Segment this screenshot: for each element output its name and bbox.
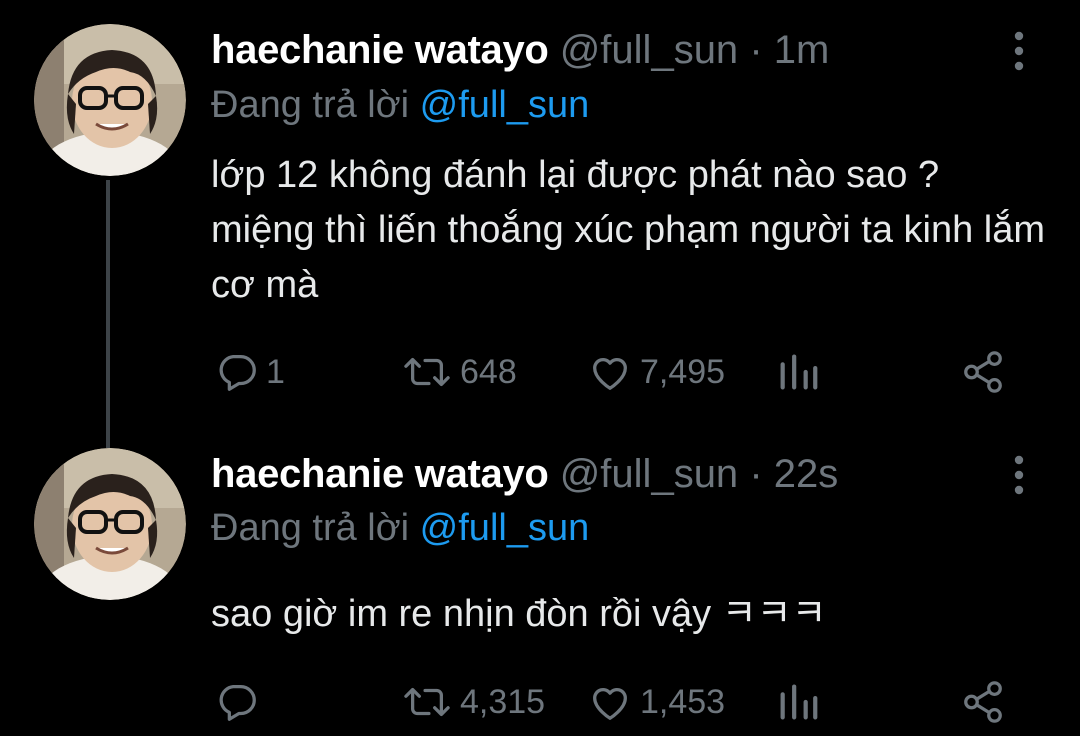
reply-icon <box>219 355 256 391</box>
tweet-header: haechanie watayo @full_sun · 1m <box>211 26 829 74</box>
more-icon <box>1014 455 1024 495</box>
analytics-button[interactable] <box>776 342 820 402</box>
retweet-icon <box>404 687 450 717</box>
avatar-image <box>34 24 186 176</box>
tweet-header: haechanie watayo @full_sun · 22s <box>211 450 838 498</box>
tweet[interactable]: haechanie watayo @full_sun · 22s Đang tr… <box>0 440 1080 736</box>
display-name[interactable]: haechanie watayo <box>211 28 549 72</box>
views-icon <box>780 354 818 390</box>
display-name[interactable]: haechanie watayo <box>211 452 549 496</box>
thread-line <box>106 180 110 448</box>
replying-to: Đang trả lời @full_sun <box>211 505 589 551</box>
avatar-image <box>34 448 186 600</box>
views-icon <box>780 684 818 720</box>
replying-to-label: Đang trả lời <box>211 507 410 549</box>
timestamp[interactable]: 22s <box>774 452 839 496</box>
tweet-text: sao giờ im re nhịn đòn rồi vậy ㅋㅋㅋ <box>211 593 827 635</box>
share-button[interactable] <box>960 672 1006 732</box>
replying-to-label: Đang trả lời <box>211 84 410 126</box>
retweet-icon <box>404 357 450 387</box>
like-count: 1,453 <box>640 682 726 721</box>
replying-to-mention[interactable]: @full_sun <box>420 84 590 126</box>
reply-count: 1 <box>266 352 285 391</box>
tweet-actions: 1 648 7,495 <box>210 342 1030 402</box>
separator-dot: · <box>749 28 763 72</box>
share-icon <box>964 351 1002 393</box>
like-button[interactable]: 7,495 <box>586 342 725 402</box>
replying-to-mention[interactable]: @full_sun <box>420 507 590 549</box>
more-icon <box>1014 31 1024 71</box>
handle[interactable]: @full_sun <box>560 28 738 72</box>
retweet-count: 648 <box>460 352 517 391</box>
avatar[interactable] <box>34 448 186 600</box>
avatar[interactable] <box>34 24 186 176</box>
like-icon <box>593 358 627 390</box>
replying-to: Đang trả lời @full_sun <box>211 82 589 128</box>
tweet[interactable]: haechanie watayo @full_sun · 1m Đang trả… <box>0 0 1080 448</box>
timestamp[interactable]: 1m <box>774 28 830 72</box>
reply-button[interactable]: 1 <box>214 342 285 402</box>
reply-icon <box>219 685 256 721</box>
separator-dot: · <box>749 452 763 496</box>
retweet-button[interactable]: 4,315 <box>400 672 545 732</box>
retweet-button[interactable]: 648 <box>400 342 517 402</box>
tweet-actions: 4,315 1,453 <box>210 672 1030 732</box>
reply-button[interactable] <box>214 672 266 732</box>
like-icon <box>593 688 627 720</box>
more-options-button[interactable] <box>1002 28 1036 74</box>
retweet-count: 4,315 <box>460 682 546 721</box>
like-count: 7,495 <box>640 352 726 391</box>
analytics-button[interactable] <box>776 672 820 732</box>
more-options-button[interactable] <box>1002 452 1036 498</box>
like-button[interactable]: 1,453 <box>586 672 725 732</box>
share-button[interactable] <box>960 342 1006 402</box>
share-icon <box>964 681 1002 723</box>
tweet-text: lớp 12 không đánh lại được phát nào sao … <box>211 154 1046 306</box>
handle[interactable]: @full_sun <box>560 452 738 496</box>
